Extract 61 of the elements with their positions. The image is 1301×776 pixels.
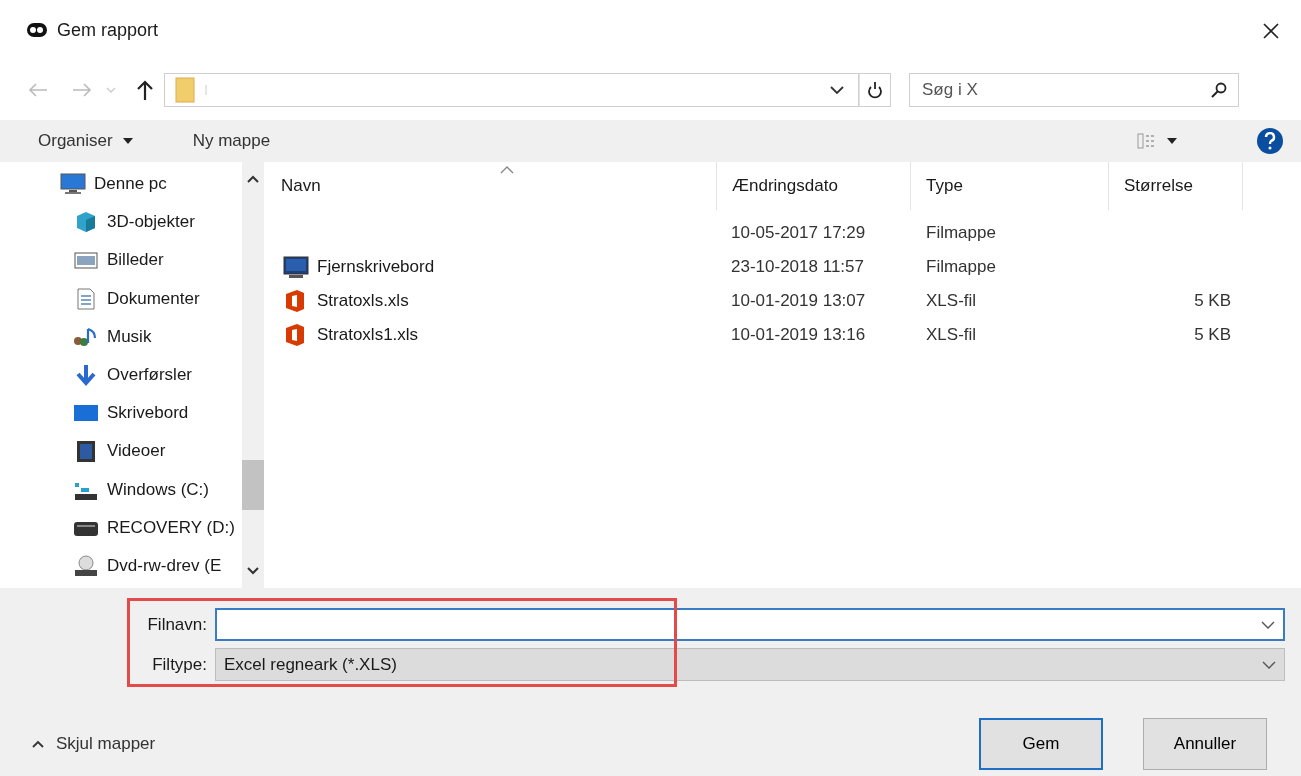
file-name-field[interactable] xyxy=(215,608,1285,641)
column-header[interactable]: Navn xyxy=(266,162,716,210)
file-name[interactable]: Fjernskrivebord xyxy=(283,255,435,279)
folder-icon xyxy=(175,77,195,103)
monitor-icon xyxy=(283,255,309,279)
column-header[interactable]: Type xyxy=(911,162,1109,210)
question-mark-icon[interactable] xyxy=(1264,132,1276,150)
chevron-down-icon[interactable] xyxy=(1262,660,1276,669)
toolbar-button[interactable]: Ny mappe xyxy=(182,127,281,155)
type-cell: XLS-fil xyxy=(926,325,977,345)
field-label: Filtype: xyxy=(152,654,207,675)
caret-icon[interactable] xyxy=(122,138,133,144)
type-cell: XLS-fil xyxy=(926,291,977,311)
search-field[interactable]: Søg i X xyxy=(909,73,1239,107)
column-header[interactable]: Ændringsdato xyxy=(716,162,911,210)
file-name[interactable]: Stratoxls.xls xyxy=(283,289,409,313)
tree-item[interactable]: Billeder xyxy=(0,241,242,280)
size-cell: 5 KB xyxy=(1194,291,1231,311)
column-header[interactable]: Størrelse xyxy=(1109,162,1243,210)
type-cell: Filmappe xyxy=(926,257,996,277)
chevron-down-icon[interactable] xyxy=(1261,620,1275,629)
tree-item[interactable]: Denne pc xyxy=(0,165,242,204)
computer-icon xyxy=(60,172,86,197)
menu-button[interactable]: Organiser xyxy=(28,127,143,155)
up-button[interactable] xyxy=(136,80,154,100)
date-cell: 10-01-2019 13:07 xyxy=(731,291,866,311)
tree-item[interactable]: Musik xyxy=(0,317,242,356)
app-icon xyxy=(27,22,47,38)
tree-item[interactable]: 3D-objekter xyxy=(0,203,242,242)
help-button[interactable] xyxy=(1257,128,1283,154)
tree-item[interactable]: Dokumenter xyxy=(0,279,242,318)
size-cell: 5 KB xyxy=(1194,325,1231,345)
window-title: Gem rapport xyxy=(57,19,160,41)
close-icon[interactable] xyxy=(1263,23,1279,39)
date-cell: 10-01-2019 13:16 xyxy=(731,325,866,345)
tree-item[interactable]: RECOVERY (D:) xyxy=(0,508,242,547)
scroll-thumb[interactable] xyxy=(242,460,264,510)
disc-drive-icon xyxy=(73,553,99,578)
search-icon[interactable] xyxy=(1211,82,1227,98)
tree-item[interactable]: Skrivebord xyxy=(0,394,242,433)
refresh-button[interactable] xyxy=(859,73,891,107)
date-cell: 23-10-2018 11:57 xyxy=(731,257,864,277)
caret-icon[interactable] xyxy=(1167,138,1177,144)
file-name[interactable]: Stratoxls1.xls xyxy=(283,323,419,347)
file-type-dropdown[interactable]: Excel regneark (*.XLS) xyxy=(215,648,1285,681)
tree-item[interactable]: Overførsler xyxy=(0,355,242,395)
separator-icon xyxy=(203,84,209,96)
type-cell: Filmappe xyxy=(926,223,996,243)
tree-item[interactable]: Dvd-rw-drev (E xyxy=(0,546,242,586)
hide-folders-button[interactable]: Skjul mapper xyxy=(32,734,156,754)
chevron-up-icon[interactable] xyxy=(32,740,44,748)
chevron-down-icon[interactable] xyxy=(830,85,844,95)
dialog-button[interactable]: Annuller xyxy=(1143,718,1267,770)
tree-item[interactable]: Videoer xyxy=(0,432,242,471)
scroll-up-icon[interactable] xyxy=(247,175,259,183)
field-label: Filnavn: xyxy=(147,614,207,635)
sort-ascending-icon xyxy=(500,166,514,174)
date-cell: 10-05-2017 17:29 xyxy=(731,223,866,243)
scroll-down-icon[interactable] xyxy=(247,567,259,575)
tree-item[interactable]: Windows (C:) xyxy=(0,470,242,509)
dialog-button[interactable]: Gem xyxy=(979,718,1103,770)
